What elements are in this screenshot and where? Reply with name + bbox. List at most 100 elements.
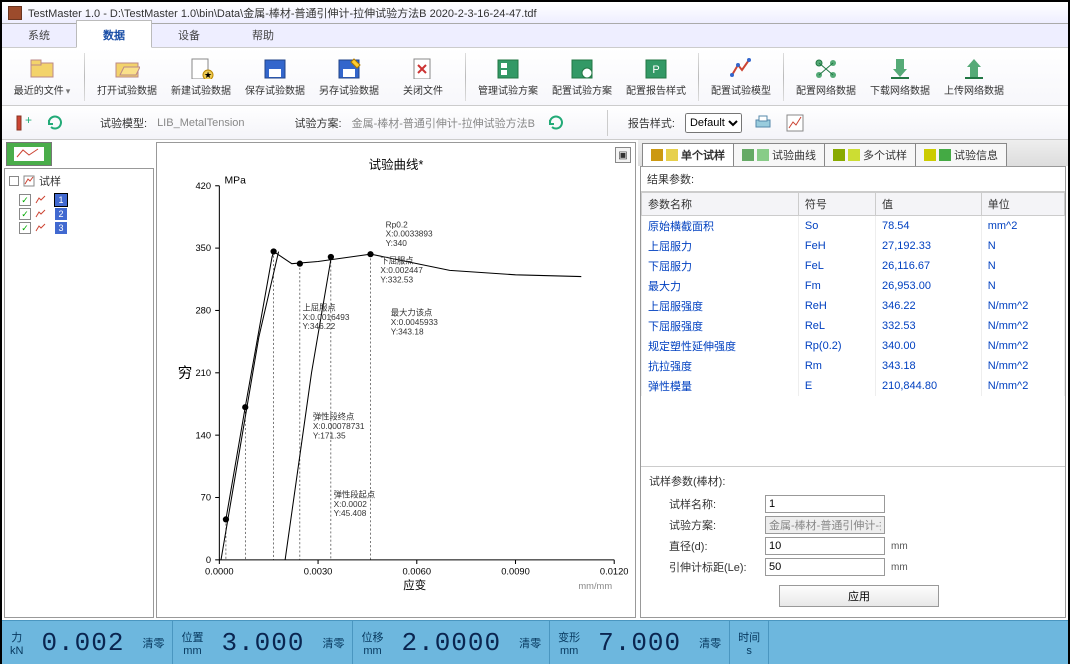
sample-icon bbox=[35, 195, 47, 205]
apply-button[interactable]: 应用 bbox=[779, 585, 939, 607]
right-tab[interactable]: 试验信息 bbox=[915, 143, 1007, 166]
param-diameter-unit: mm bbox=[891, 541, 908, 552]
param-extensometer-input[interactable] bbox=[765, 558, 885, 576]
report-select[interactable]: Default bbox=[685, 113, 742, 133]
toolbar-cfg3[interactable]: 配置试验模型 bbox=[705, 51, 777, 103]
param-unit: N/mm^2 bbox=[981, 356, 1064, 376]
toolbar-save[interactable]: 保存试验数据 bbox=[239, 51, 311, 103]
status-cell: 时间s bbox=[730, 621, 769, 664]
chart-expand-icon[interactable]: ▣ bbox=[615, 147, 631, 163]
chart-svg[interactable]: 试验曲线* MPa 070140210280350420 0.00000.003… bbox=[157, 143, 635, 613]
app-icon bbox=[8, 6, 22, 20]
results-col-header[interactable]: 单位 bbox=[981, 193, 1064, 216]
checkbox-icon[interactable]: ✓ bbox=[19, 194, 31, 206]
toolbar-label: 配置网络数据 bbox=[796, 82, 856, 97]
tab-swatch bbox=[924, 149, 936, 161]
results-col-header[interactable]: 参数名称 bbox=[642, 193, 799, 216]
tree-expand-icon[interactable] bbox=[9, 176, 19, 186]
window-title: TestMaster 1.0 - D:\TestMaster 1.0\bin\D… bbox=[28, 5, 537, 21]
results-row[interactable]: 弹性模量E210,844.80N/mm^2 bbox=[642, 376, 1065, 396]
svg-text:Y:171.35: Y:171.35 bbox=[313, 430, 346, 440]
toolbar-saveas[interactable]: 另存试验数据 bbox=[313, 51, 385, 103]
status-zero-button[interactable]: 清零 bbox=[511, 635, 549, 651]
toolbar-cfg1[interactable]: 配置试验方案 bbox=[546, 51, 618, 103]
toolbar-recent[interactable]: 最近的文件▾ bbox=[6, 51, 78, 103]
tree-header[interactable]: 试样 bbox=[5, 169, 153, 193]
right-tab[interactable]: 单个试样 bbox=[642, 143, 734, 166]
subbar-icon-1[interactable]: + bbox=[12, 112, 34, 134]
mgr1-icon bbox=[494, 56, 522, 80]
toolbar-label: 上传网络数据 bbox=[944, 82, 1004, 97]
param-symbol: ReL bbox=[798, 316, 875, 336]
param-extensometer-unit: mm bbox=[891, 562, 908, 573]
param-name: 弹性模量 bbox=[642, 376, 799, 396]
print-icon[interactable] bbox=[752, 112, 774, 134]
tree-item[interactable]: ✓3 bbox=[5, 221, 153, 235]
scheme-refresh-icon[interactable] bbox=[545, 112, 567, 134]
menu-data[interactable]: 数据 bbox=[76, 20, 152, 48]
svg-text:0.0090: 0.0090 bbox=[501, 566, 530, 576]
toolbar-netcfg[interactable]: 配置网络数据 bbox=[790, 51, 862, 103]
results-table-wrap[interactable]: 参数名称符号值单位 原始横截面积So78.54mm^2上屈服力FeH27,192… bbox=[641, 192, 1065, 466]
toolbar-open[interactable]: 打开试验数据 bbox=[91, 51, 163, 103]
toolbar-upload[interactable]: 上传网络数据 bbox=[938, 51, 1010, 103]
sample-icon bbox=[35, 209, 47, 219]
param-name: 上屈服强度 bbox=[642, 296, 799, 316]
results-row[interactable]: 下屈服强度ReL332.53N/mm^2 bbox=[642, 316, 1065, 336]
results-row[interactable]: 上屈服强度ReH346.22N/mm^2 bbox=[642, 296, 1065, 316]
svg-text:0: 0 bbox=[206, 555, 211, 565]
tab-label: 单个试样 bbox=[681, 147, 725, 163]
menu-help[interactable]: 帮助 bbox=[226, 21, 300, 47]
param-diameter-input[interactable] bbox=[765, 537, 885, 555]
menu-system[interactable]: 系统 bbox=[2, 21, 76, 47]
save-icon bbox=[261, 56, 289, 80]
left-mode-tab[interactable] bbox=[6, 142, 52, 166]
results-row[interactable]: 规定塑性延伸强度Rp(0.2)340.00N/mm^2 bbox=[642, 336, 1065, 356]
param-name: 下屈服强度 bbox=[642, 316, 799, 336]
svg-text:0.0060: 0.0060 bbox=[402, 566, 431, 576]
toolbar-label: 另存试验数据 bbox=[319, 82, 379, 97]
toolbar-cfg2[interactable]: P配置报告样式 bbox=[620, 51, 692, 103]
results-row[interactable]: 上屈服力FeH27,192.33N bbox=[642, 236, 1065, 256]
right-tab[interactable]: 试验曲线 bbox=[733, 143, 825, 166]
toolbar-new[interactable]: ★新建试验数据 bbox=[165, 51, 237, 103]
toolbar-mgr1[interactable]: 管理试验方案 bbox=[472, 51, 544, 103]
sample-icon bbox=[35, 223, 47, 233]
tree-header-label: 试样 bbox=[39, 173, 61, 189]
tab-swatch bbox=[742, 149, 754, 161]
status-zero-button[interactable]: 清零 bbox=[691, 635, 729, 651]
toolbar-download[interactable]: 下载网络数据 bbox=[864, 51, 936, 103]
param-symbol: Fm bbox=[798, 276, 875, 296]
results-col-header[interactable]: 符号 bbox=[798, 193, 875, 216]
tab-label: 多个试样 bbox=[863, 147, 907, 163]
right-tab[interactable]: 多个试样 bbox=[824, 143, 916, 166]
results-row[interactable]: 抗拉强度Rm343.18N/mm^2 bbox=[642, 356, 1065, 376]
status-label: 位移mm bbox=[353, 629, 391, 657]
menu-device[interactable]: 设备 bbox=[152, 21, 226, 47]
results-col-header[interactable]: 值 bbox=[876, 193, 982, 216]
param-name-input[interactable] bbox=[765, 495, 885, 513]
results-row[interactable]: 原始横截面积So78.54mm^2 bbox=[642, 216, 1065, 237]
toolbar-label: 最近的文件▾ bbox=[14, 82, 71, 97]
param-value: 210,844.80 bbox=[876, 376, 982, 396]
results-row[interactable]: 下屈服力FeL26,116.67N bbox=[642, 256, 1065, 276]
checkbox-icon[interactable]: ✓ bbox=[19, 208, 31, 220]
tree-item[interactable]: ✓1 bbox=[5, 193, 153, 207]
status-zero-button[interactable]: 清零 bbox=[314, 635, 352, 651]
param-unit: N/mm^2 bbox=[981, 316, 1064, 336]
toolbar-close[interactable]: 关闭文件 bbox=[387, 51, 459, 103]
tree-item[interactable]: ✓2 bbox=[5, 207, 153, 221]
status-zero-button[interactable]: 清零 bbox=[134, 635, 172, 651]
chart-y-unit: MPa bbox=[225, 176, 247, 187]
toolbar-label: 配置试验模型 bbox=[711, 82, 771, 97]
results-row[interactable]: 最大力Fm26,953.00N bbox=[642, 276, 1065, 296]
subbar-refresh-icon[interactable] bbox=[44, 112, 66, 134]
chart-pane: ▣ 试验曲线* MPa 070140210280350420 0.00000.0… bbox=[156, 142, 636, 618]
cfg3-icon bbox=[727, 56, 755, 80]
status-label: 位置mm bbox=[173, 629, 211, 657]
checkbox-icon[interactable]: ✓ bbox=[19, 222, 31, 234]
svg-text:0.0120: 0.0120 bbox=[600, 566, 629, 576]
left-mode-icon bbox=[14, 147, 44, 161]
graph-icon[interactable] bbox=[784, 112, 806, 134]
param-extensometer-label: 引伸计标距(Le): bbox=[649, 559, 759, 575]
